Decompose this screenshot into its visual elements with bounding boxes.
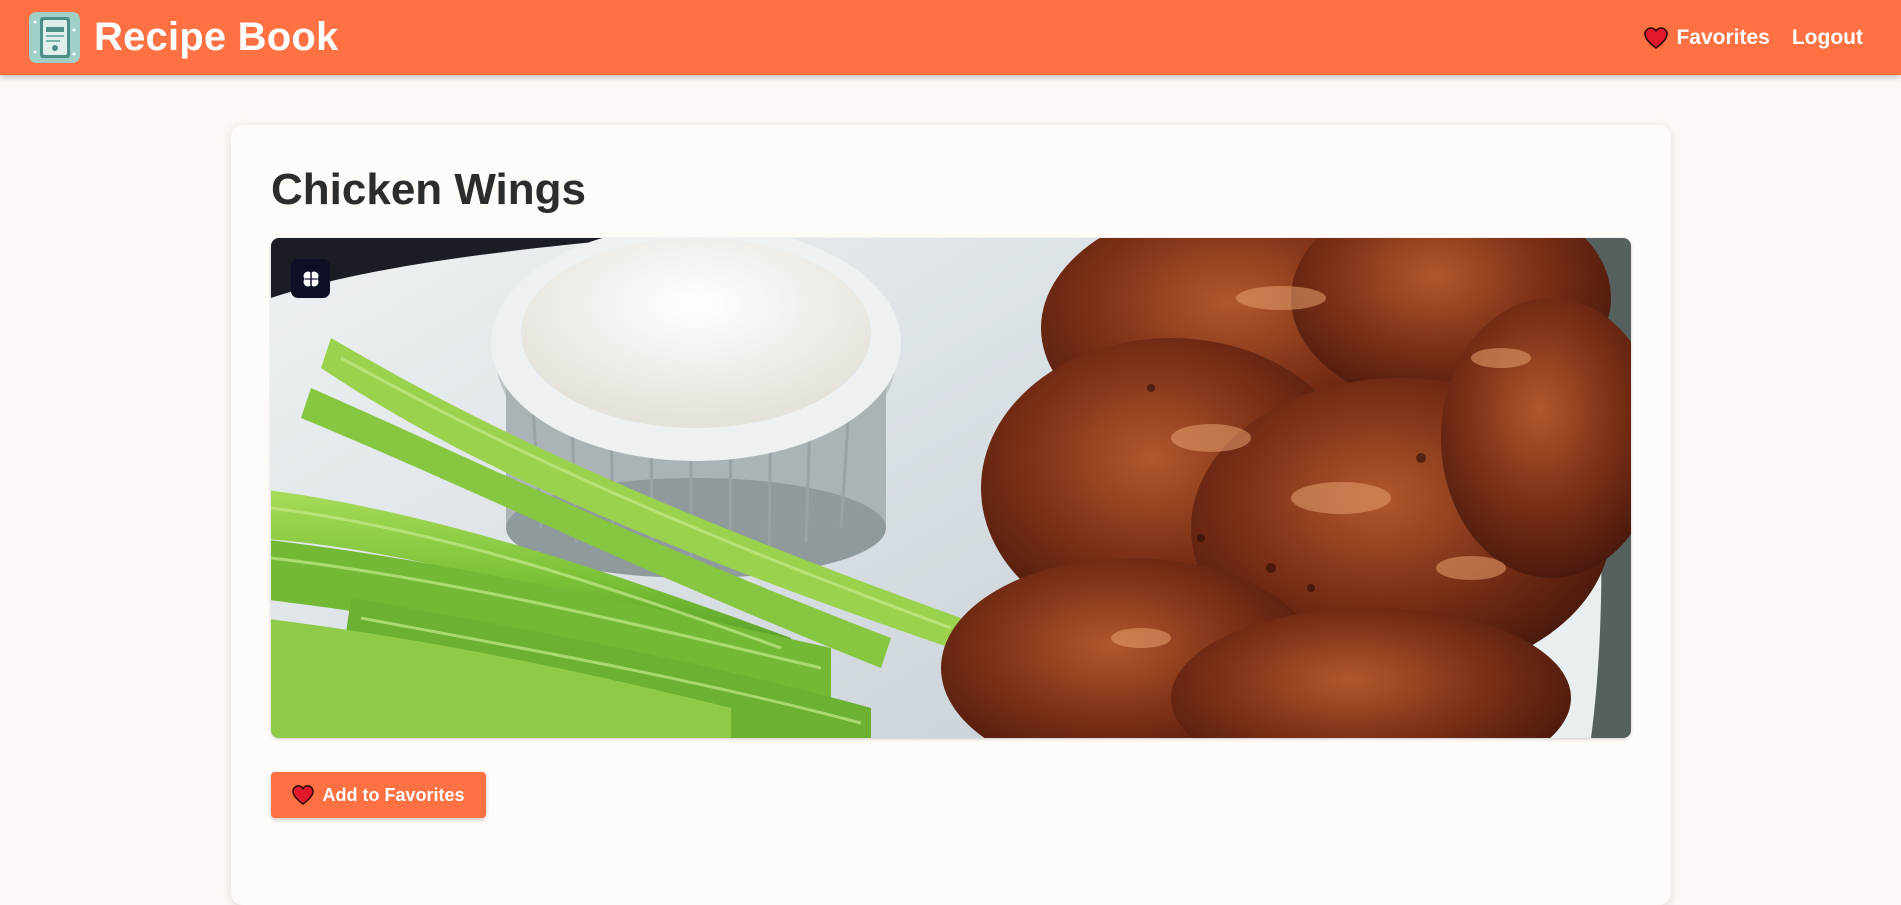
heart-icon <box>1644 26 1669 49</box>
logout-link[interactable]: Logout <box>1792 26 1863 50</box>
brain-icon <box>303 271 318 286</box>
ai-generated-badge[interactable] <box>291 259 330 298</box>
heart-icon <box>292 785 315 805</box>
recipe-book-logo-icon <box>29 12 80 63</box>
brand-link[interactable]: Recipe Book <box>29 12 339 63</box>
logout-link-label: Logout <box>1791 25 1863 49</box>
favorites-link[interactable]: Favorites <box>1644 25 1770 50</box>
add-to-favorites-button[interactable]: Add to Favorites <box>271 772 486 818</box>
recipe-photo-illustration <box>271 238 1631 738</box>
app-title: Recipe Book <box>94 15 339 59</box>
nav-links: Favorites Logout <box>1622 26 1863 50</box>
favorites-link-label: Favorites <box>1676 25 1770 49</box>
recipe-image <box>271 238 1631 738</box>
add-to-favorites-label: Add to Favorites <box>322 784 465 805</box>
top-navbar: Recipe Book Favorites Logout <box>0 0 1901 75</box>
recipe-card: Chicken Wings Add to Favorites <box>231 125 1671 905</box>
recipe-title: Chicken Wings <box>271 165 586 214</box>
